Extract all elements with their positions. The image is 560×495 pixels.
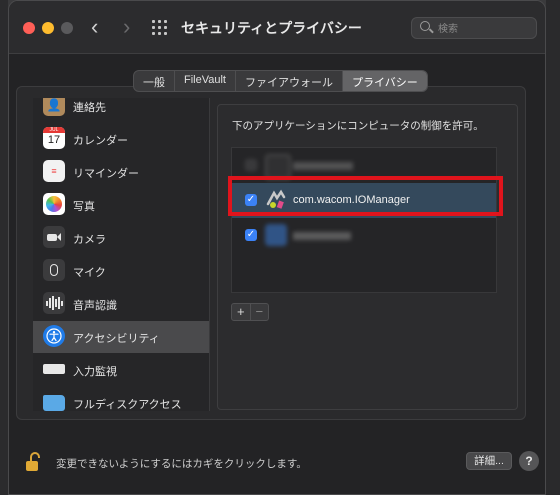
accessibility-panel: 下のアプリケーションにコンピュータの制御を許可。 ✓ com.wacom.IOM… <box>217 104 518 410</box>
photos-icon <box>43 193 65 215</box>
search-input[interactable] <box>436 20 532 38</box>
background-right <box>546 0 560 495</box>
speech-recognition-icon <box>43 292 65 314</box>
minimize-window-button[interactable] <box>42 22 54 34</box>
reminders-icon: ≡ <box>43 160 65 182</box>
forward-chevron-icon[interactable]: › <box>123 15 130 39</box>
search-field[interactable] <box>411 17 537 39</box>
sidebar-item-full-disk-access[interactable]: フルディスクアクセス <box>33 387 209 411</box>
accessibility-icon <box>43 325 65 347</box>
app-checkbox[interactable]: ✓ <box>245 194 257 206</box>
sidebar-item-reminders[interactable]: ≡ リマインダー <box>33 156 209 188</box>
sidebar-item-label: カメラ <box>73 234 106 246</box>
sidebar-item-photos[interactable]: 写真 <box>33 189 209 221</box>
app-row[interactable] <box>232 148 496 183</box>
advanced-button[interactable]: 詳細... <box>466 452 512 470</box>
app-icon <box>265 224 287 246</box>
sidebar-item-label: 写真 <box>73 201 95 213</box>
tab-bar: 一般 FileVault ファイアウォール プライバシー <box>133 70 428 92</box>
sidebar-item-label: カレンダー <box>73 135 128 147</box>
sidebar-item-label: 入力監視 <box>73 366 117 378</box>
background-left <box>0 0 8 495</box>
back-chevron-icon[interactable]: ‹ <box>91 15 98 39</box>
sidebar-item-speech-recognition[interactable]: 音声認識 <box>33 288 209 320</box>
help-button[interactable]: ? <box>519 451 539 471</box>
sidebar-item-contacts[interactable]: 👤 連絡先 <box>33 98 209 122</box>
camera-icon <box>43 226 65 248</box>
tab-firewall[interactable]: ファイアウォール <box>236 71 343 91</box>
sidebar-item-calendar[interactable]: JUL 17 カレンダー <box>33 123 209 155</box>
app-row[interactable]: ✓ <box>232 218 496 253</box>
sidebar-item-label: 連絡先 <box>73 102 106 114</box>
window-title: セキュリティとプライバシー <box>181 20 362 36</box>
panel-description: 下のアプリケーションにコンピュータの制御を許可。 <box>232 120 484 132</box>
app-label-blurred <box>293 232 351 240</box>
keyboard-icon <box>43 364 65 374</box>
search-icon <box>420 21 430 31</box>
sidebar-item-camera[interactable]: カメラ <box>33 222 209 254</box>
close-window-button[interactable] <box>23 22 35 34</box>
lock-hint-text: 変更できないようにするにはカギをクリックします。 <box>56 458 307 470</box>
sidebar-item-microphone[interactable]: マイク <box>33 255 209 287</box>
contacts-icon: 👤 <box>43 98 65 116</box>
calendar-icon: JUL 17 <box>43 127 65 149</box>
microphone-icon <box>43 259 65 281</box>
sidebar-item-input-monitoring[interactable]: 入力監視 <box>33 354 209 386</box>
app-checkbox[interactable] <box>245 159 257 171</box>
app-icon <box>265 154 291 180</box>
app-list[interactable]: ✓ com.wacom.IOManager ✓ <box>231 147 497 293</box>
show-all-grid-icon[interactable] <box>152 20 168 36</box>
add-app-button[interactable]: + <box>232 304 250 320</box>
unlocked-padlock-icon[interactable] <box>25 451 43 473</box>
tab-filevault[interactable]: FileVault <box>175 71 236 91</box>
tab-general[interactable]: 一般 <box>134 71 175 91</box>
sidebar-item-label: リマインダー <box>73 168 139 180</box>
sidebar-item-label: アクセシビリティ <box>73 333 160 345</box>
folder-icon <box>43 395 65 411</box>
wacom-app-icon <box>265 189 287 211</box>
list-edit-buttons: + − <box>231 303 269 321</box>
sidebar-item-label: 音声認識 <box>73 300 117 312</box>
sidebar-item-label: マイク <box>73 267 106 279</box>
tab-privacy[interactable]: プライバシー <box>342 71 427 91</box>
remove-app-button[interactable]: − <box>249 304 269 320</box>
app-checkbox[interactable]: ✓ <box>245 229 257 241</box>
app-row-wacom[interactable]: ✓ com.wacom.IOManager <box>232 183 496 218</box>
app-label: com.wacom.IOManager <box>293 194 410 206</box>
privacy-category-list[interactable]: 👤 連絡先 JUL 17 カレンダー ≡ リマインダー 写真 カメラ マイク 音… <box>33 98 210 411</box>
sidebar-item-label: フルディスクアクセス <box>73 399 182 411</box>
app-label-blurred <box>293 162 353 170</box>
title-bar: ‹ › セキュリティとプライバシー <box>9 1 545 54</box>
sidebar-item-accessibility[interactable]: アクセシビリティ <box>33 321 209 353</box>
zoom-window-button[interactable] <box>61 22 73 34</box>
